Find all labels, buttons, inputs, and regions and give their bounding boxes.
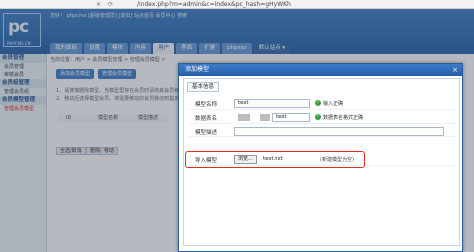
dialog-body: 基本信息 模型名称 test ✓ 输入正确 数据表名 test ✓ 数据表名格式…	[183, 78, 460, 246]
model-name-input[interactable]: test	[234, 99, 310, 108]
model-desc-input[interactable]	[234, 127, 444, 136]
browser-nav-icons: ✕ ⟳ ☆	[96, 1, 130, 15]
table-prefix-redacted-2	[260, 114, 270, 121]
dialog-title: 添加模型	[185, 66, 210, 73]
model-name-label: 模型名称	[195, 102, 218, 108]
table-name-input[interactable]: test	[272, 113, 310, 122]
add-model-dialog: 添加模型 × 基本信息 模型名称 test ✓ 输入正确 数据表名 test ✓…	[178, 63, 463, 252]
highlight-annotation	[185, 151, 365, 168]
check-icon: ✓	[315, 100, 321, 106]
field-row-model-name: 模型名称 test ✓ 输入正确	[188, 97, 456, 110]
field-row-table-name: 数据表名 test ✓ 数据表名格式正确	[188, 111, 456, 124]
url-field[interactable]: /index.php?m=admin&c=index&pc_hash=gHyWK…	[137, 1, 291, 8]
reload-icon[interactable]: ⟳	[108, 1, 113, 8]
stop-icon[interactable]: ✕	[96, 1, 101, 8]
model-desc-label: 模型描述	[195, 130, 218, 136]
browser-address-bar: ✕ ⟳ ☆ /index.php?m=admin&c=index&pc_hash…	[0, 0, 474, 15]
table-name-status: 数据表名格式正确	[323, 115, 364, 121]
tab-basic-info[interactable]: 基本信息	[187, 82, 220, 92]
table-name-label: 数据表名	[195, 116, 218, 122]
field-row-model-desc: 模型描述	[188, 125, 456, 137]
model-name-status: 输入正确	[323, 101, 344, 107]
close-icon[interactable]: ×	[451, 66, 459, 74]
check-icon: ✓	[315, 114, 321, 120]
dialog-titlebar: 添加模型 ×	[179, 64, 462, 76]
table-prefix-redacted	[238, 114, 250, 121]
